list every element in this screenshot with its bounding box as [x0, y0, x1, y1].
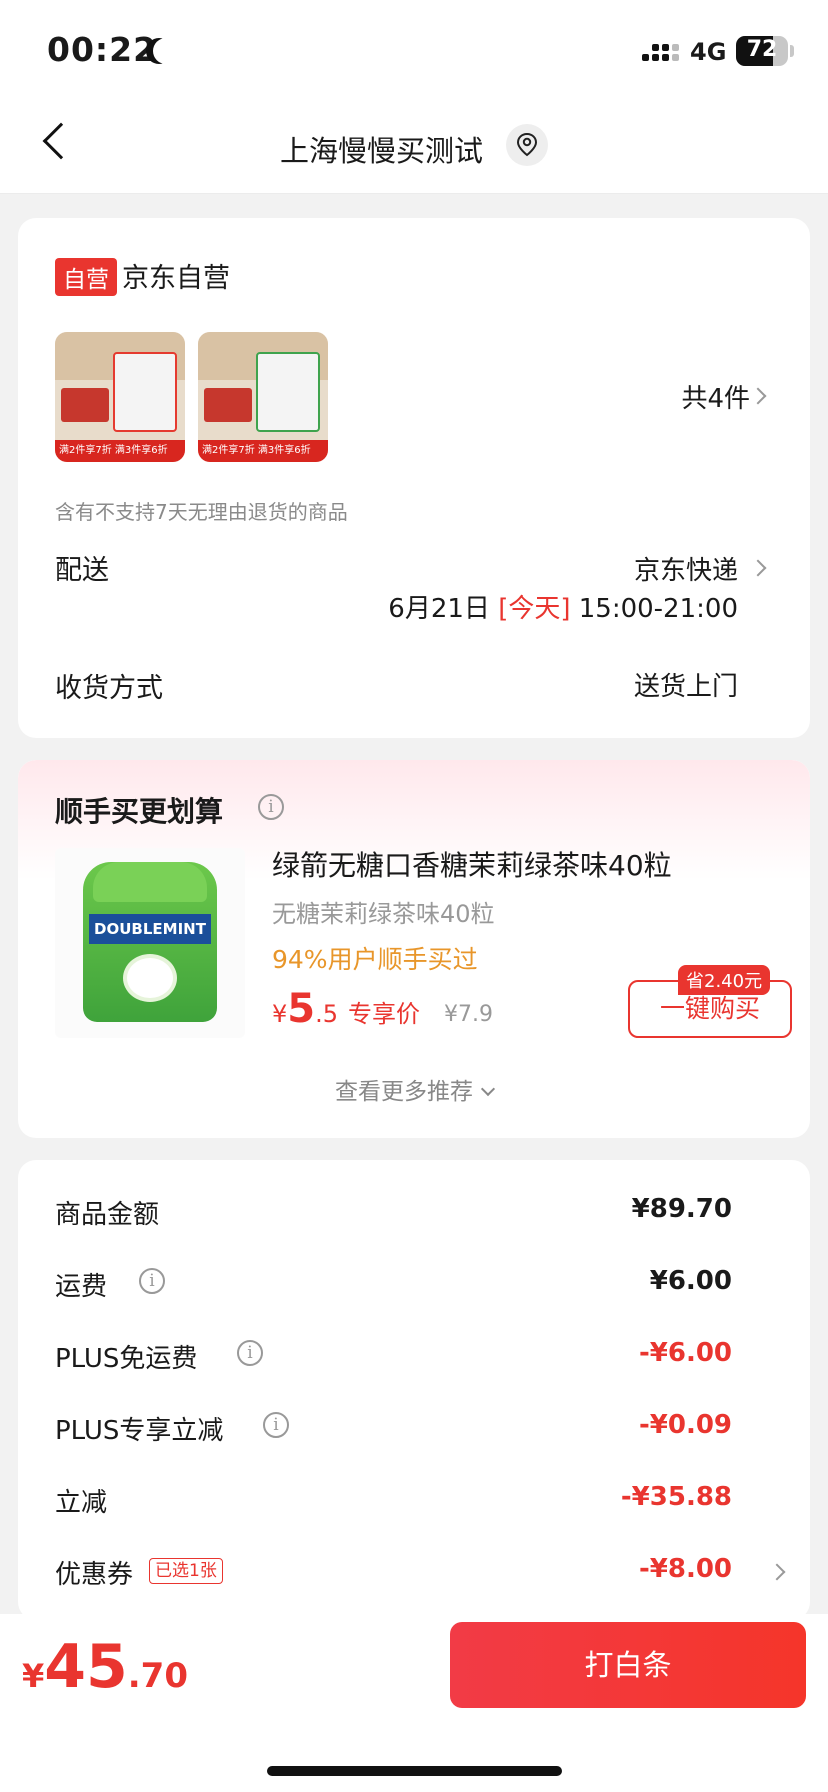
battery-icon: 72: [736, 36, 788, 66]
location-button[interactable]: [506, 124, 548, 166]
addon-original-price: ¥7.9: [444, 1002, 493, 1027]
back-arrow-icon[interactable]: [42, 122, 80, 160]
thumb-promo: 满2件享7折 满3件享6折: [55, 440, 185, 462]
product-brand: DOUBLEMINT: [89, 914, 211, 944]
addon-product-image[interactable]: DOUBLEMINT: [55, 848, 245, 1038]
product-thumbnail[interactable]: 满2件享7折 满3件享6折: [198, 332, 328, 462]
addon-product-name[interactable]: 绿箭无糖口香糖茉莉绿茶味40粒: [272, 844, 672, 884]
chevron-down-icon: [480, 1081, 496, 1097]
delivery-today: [今天]: [498, 594, 571, 624]
battery-tip: [790, 45, 794, 57]
receive-method-value[interactable]: 送货上门: [634, 666, 738, 703]
order-card: 自营 京东自营 满2件享7折 满3件享6折 满2件享7折 满3件享6折 共4件 …: [18, 218, 810, 738]
product-thumbnail[interactable]: 满2件享7折 满3件享6折: [55, 332, 185, 462]
return-policy-note: 含有不支持7天无理由退货的商品: [55, 500, 348, 524]
info-icon[interactable]: i: [237, 1340, 263, 1366]
summary-row: 立减 -¥35.88: [55, 1482, 732, 1518]
checkout-bar: ¥45.70 打白条: [0, 1614, 828, 1792]
addon-price: ¥5.5 专享价: [272, 986, 421, 1032]
item-count[interactable]: 共4件: [681, 378, 750, 415]
signal-icon: [642, 40, 684, 66]
delivery-label: 配送: [55, 555, 109, 586]
addon-popularity: 94%用户顺手买过: [272, 945, 478, 974]
summary-row: 商品金额 ¥89.70: [55, 1194, 732, 1230]
receive-method-label: 收货方式: [55, 673, 163, 704]
info-icon[interactable]: i: [258, 794, 284, 820]
page-title: 上海慢慢买测试: [280, 134, 484, 168]
chevron-right-icon: [768, 1563, 786, 1581]
shop-name: 京东自营: [122, 263, 230, 294]
delivery-time-slot[interactable]: 6月21日 [今天] 15:00-21:00: [388, 588, 738, 625]
moon-icon: [153, 38, 179, 64]
nav-bar: 上海慢慢买测试: [0, 100, 828, 194]
summary-row: PLUS专享立减 i -¥0.09: [55, 1410, 732, 1446]
savings-tag: 省2.40元: [678, 965, 771, 995]
summary-row: 运费 i ¥6.00: [55, 1266, 732, 1302]
delivery-method[interactable]: 京东快递: [634, 550, 738, 587]
coupon-row[interactable]: 优惠券 已选1张 -¥8.00: [55, 1554, 810, 1594]
battery-level: 72: [746, 37, 778, 62]
status-bar: 00:22 4G 72: [0, 0, 828, 100]
addon-title: 顺手买更划算: [55, 795, 224, 828]
home-indicator: [267, 1766, 562, 1776]
delivery-date: 6月21日: [388, 594, 490, 624]
location-pin-icon: [516, 132, 538, 157]
pay-button[interactable]: 打白条: [450, 1622, 806, 1708]
price-summary-card: 商品金额 ¥89.70 运费 i ¥6.00 PLUS免运费 i -¥6.00 …: [18, 1160, 810, 1620]
info-icon[interactable]: i: [139, 1268, 165, 1294]
chevron-right-icon: [749, 387, 767, 405]
more-recommendations[interactable]: 查看更多推荐: [18, 1072, 810, 1106]
order-total: ¥45.70: [22, 1632, 188, 1702]
addon-product-spec: 无糖茉莉绿茶味40粒: [272, 900, 495, 928]
addon-card: 顺手买更划算 i DOUBLEMINT 绿箭无糖口香糖茉莉绿茶味40粒 无糖茉莉…: [18, 760, 810, 1138]
self-operated-badge: 自营: [55, 258, 117, 296]
chevron-right-icon: [749, 559, 767, 577]
network-type: 4G: [690, 38, 727, 66]
status-time: 00:22: [47, 30, 158, 69]
delivery-hours: 15:00-21:00: [578, 594, 738, 624]
thumb-promo: 满2件享7折 满3件享6折: [198, 440, 328, 462]
info-icon[interactable]: i: [263, 1412, 289, 1438]
summary-row: PLUS免运费 i -¥6.00: [55, 1338, 732, 1374]
coupon-selected-tag: 已选1张: [149, 1558, 223, 1584]
